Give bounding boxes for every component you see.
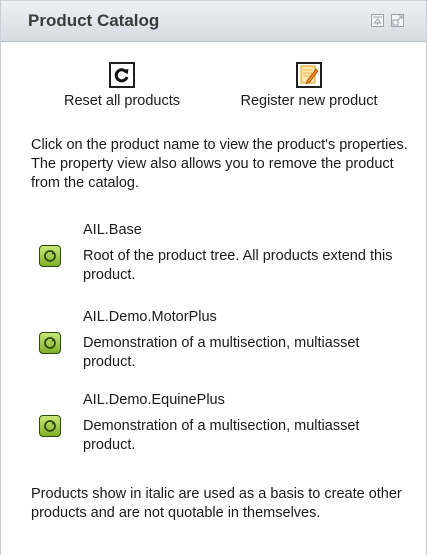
product-icon[interactable] xyxy=(39,245,61,267)
product-icon[interactable] xyxy=(39,332,61,354)
list-item: AIL.Demo.EquinePlus Demonstration of a m… xyxy=(39,392,399,462)
refresh-icon[interactable] xyxy=(109,62,135,88)
reset-all-products-link[interactable]: Reset all products xyxy=(47,93,197,109)
list-item: AIL.Demo.MotorPlus Demonstration of a mu… xyxy=(39,309,399,379)
product-description: Demonstration of a multisection, multias… xyxy=(83,418,360,453)
product-catalog-portlet: Product Catalog Reset all products Regis… xyxy=(0,0,427,555)
product-name-link[interactable]: AIL.Demo.MotorPlus xyxy=(83,309,217,325)
product-name-link[interactable]: AIL.Demo.EquinePlus xyxy=(83,392,225,408)
product-description: Demonstration of a multisection, multias… xyxy=(83,335,360,370)
intro-text: Click on the product name to view the pr… xyxy=(31,137,408,191)
product-icon[interactable] xyxy=(39,415,61,437)
portlet-header: Product Catalog xyxy=(1,0,426,42)
portlet-title: Product Catalog xyxy=(28,11,160,30)
restore-window-icon[interactable] xyxy=(371,14,384,27)
register-new-product-action[interactable]: Register new product xyxy=(219,62,399,109)
register-new-product-link[interactable]: Register new product xyxy=(219,93,399,109)
edit-icon[interactable] xyxy=(296,62,322,88)
product-description: Root of the product tree. All products e… xyxy=(83,248,393,283)
product-name-link[interactable]: AIL.Base xyxy=(83,222,142,238)
maximize-window-icon[interactable] xyxy=(391,14,404,27)
footer-note: Products show in italic are used as a ba… xyxy=(31,486,402,521)
reset-all-products-action[interactable]: Reset all products xyxy=(47,62,197,109)
list-item: AIL.Base Root of the product tree. All p… xyxy=(39,222,399,292)
